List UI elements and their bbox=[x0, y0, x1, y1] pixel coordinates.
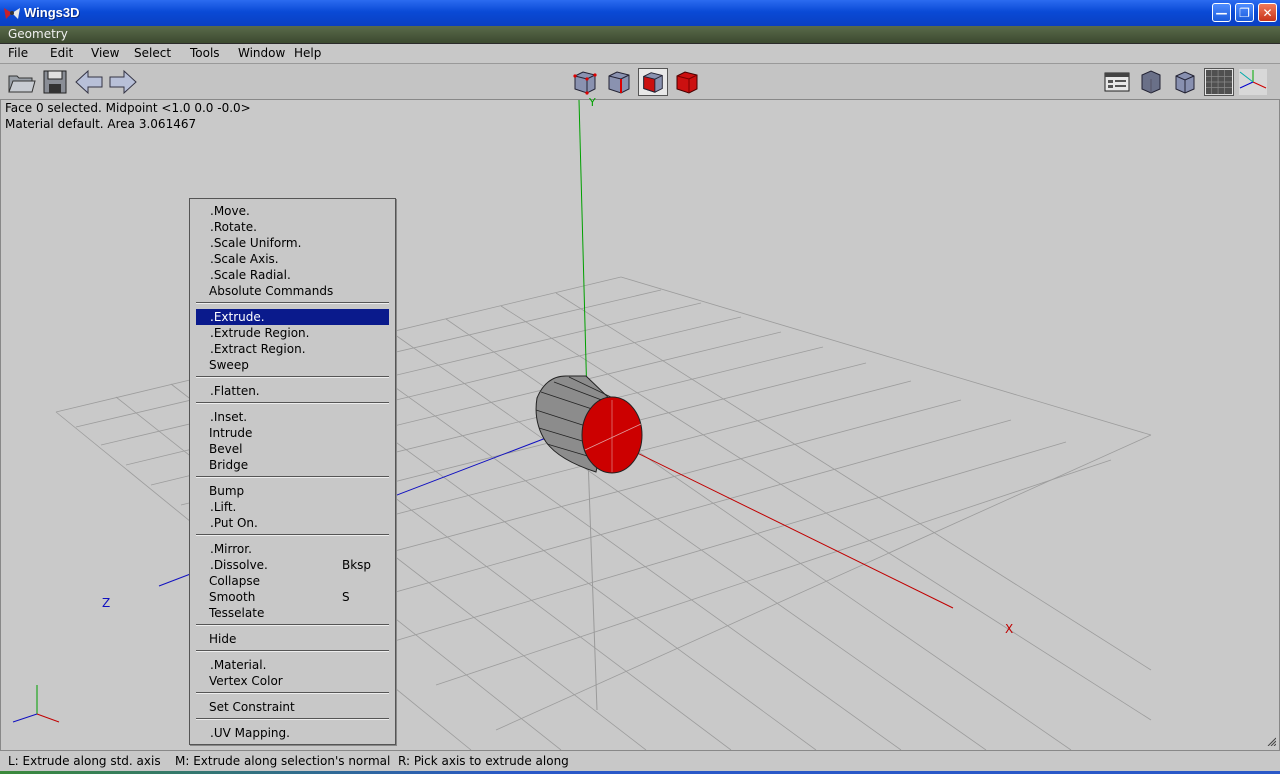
menu-view[interactable]: View bbox=[91, 46, 119, 60]
edge-select-icon[interactable] bbox=[604, 68, 634, 96]
window-title: Wings3D bbox=[24, 5, 80, 20]
folder-icon[interactable] bbox=[6, 68, 36, 96]
menu-separator bbox=[196, 692, 389, 694]
menu-tools[interactable]: Tools bbox=[190, 46, 220, 60]
menu-item-collapse[interactable]: Collapse bbox=[196, 573, 389, 589]
menu-separator bbox=[196, 624, 389, 626]
minimize-icon: — bbox=[1215, 5, 1228, 20]
axes-toggle-icon[interactable] bbox=[1238, 68, 1268, 96]
menu-item-extrude[interactable]: .Extrude. bbox=[196, 309, 389, 325]
menu-item-extract-region[interactable]: .Extract Region. bbox=[196, 341, 389, 357]
vertex-select-icon[interactable] bbox=[570, 68, 600, 96]
menu-select[interactable]: Select bbox=[134, 46, 171, 60]
restore-icon: ❐ bbox=[1239, 5, 1250, 20]
status-bar: L: Extrude along std. axis M: Extrude al… bbox=[0, 750, 1280, 774]
menu-item-set-constraint[interactable]: Set Constraint bbox=[196, 699, 389, 715]
menu-item-intrude[interactable]: Intrude bbox=[196, 425, 389, 441]
resize-grip-icon[interactable] bbox=[1266, 736, 1276, 746]
menu-bar: File Edit View Select Tools Window Help bbox=[0, 44, 1280, 64]
x-axis-label: X bbox=[1005, 622, 1014, 636]
menu-item-uv-mapping[interactable]: .UV Mapping. bbox=[196, 725, 389, 741]
restore-button[interactable]: ❐ bbox=[1235, 3, 1254, 22]
menu-item-smooth[interactable]: Smooth S bbox=[196, 589, 389, 605]
menu-item-put-on[interactable]: .Put On. bbox=[196, 515, 389, 531]
menu-separator bbox=[196, 302, 389, 304]
menu-item-absolute-commands[interactable]: Absolute Commands bbox=[196, 283, 389, 299]
toolbar bbox=[0, 64, 1280, 100]
title-bar: Wings3D — ❐ ✕ bbox=[0, 0, 1280, 26]
arrow-right-icon[interactable] bbox=[108, 68, 138, 96]
menu-item-bevel[interactable]: Bevel bbox=[196, 441, 389, 457]
dissolve-hotkey: Bksp bbox=[342, 558, 372, 572]
menu-edit[interactable]: Edit bbox=[50, 46, 73, 60]
geometry-caption-bar: Geometry bbox=[0, 26, 1280, 44]
menu-item-tesselate[interactable]: Tesselate bbox=[196, 605, 389, 621]
menu-item-inset[interactable]: .Inset. bbox=[196, 409, 389, 425]
menu-item-scale-radial[interactable]: .Scale Radial. bbox=[196, 267, 389, 283]
menu-item-extrude-region[interactable]: .Extrude Region. bbox=[196, 325, 389, 341]
menu-item-material[interactable]: .Material. bbox=[196, 657, 389, 673]
menu-item-scale-axis[interactable]: .Scale Axis. bbox=[196, 251, 389, 267]
status-middle-button-hint: M: Extrude along selection's normal bbox=[175, 754, 391, 768]
selection-info: Face 0 selected. Midpoint <1.0 0.0 -0.0> bbox=[5, 101, 251, 115]
save-disk-icon[interactable] bbox=[40, 68, 70, 96]
status-right-button-hint: R: Pick axis to extrude along bbox=[398, 754, 569, 768]
menu-window[interactable]: Window bbox=[238, 46, 285, 60]
menu-item-bump[interactable]: Bump bbox=[196, 483, 389, 499]
menu-item-flatten[interactable]: .Flatten. bbox=[196, 383, 389, 399]
menu-separator bbox=[196, 402, 389, 404]
x-axis-line bbox=[620, 444, 954, 609]
menu-help[interactable]: Help bbox=[294, 46, 321, 60]
menu-separator bbox=[196, 650, 389, 652]
cylinder-object[interactable] bbox=[535, 375, 643, 474]
ground-grid-icon[interactable] bbox=[1204, 68, 1234, 96]
minimize-button[interactable]: — bbox=[1212, 3, 1231, 22]
smooth-shading-icon[interactable] bbox=[1136, 68, 1166, 96]
menu-item-scale-uniform[interactable]: .Scale Uniform. bbox=[196, 235, 389, 251]
outliner-icon[interactable] bbox=[1102, 68, 1132, 96]
close-icon: ✕ bbox=[1262, 5, 1273, 20]
menu-item-sweep[interactable]: Sweep bbox=[196, 357, 389, 373]
wings-app-icon bbox=[4, 8, 20, 19]
menu-separator bbox=[196, 476, 389, 478]
menu-file[interactable]: File bbox=[8, 46, 28, 60]
y-axis-label: Y bbox=[589, 96, 596, 109]
geometry-caption: Geometry bbox=[8, 27, 68, 41]
z-axis-label: Z bbox=[102, 596, 111, 610]
menu-item-lift[interactable]: .Lift. bbox=[196, 499, 389, 515]
menu-item-mirror[interactable]: .Mirror. bbox=[196, 541, 389, 557]
menu-item-hide[interactable]: Hide bbox=[196, 631, 389, 647]
menu-item-bridge[interactable]: Bridge bbox=[196, 457, 389, 473]
perspective-cube-icon[interactable] bbox=[1170, 68, 1200, 96]
menu-item-move[interactable]: .Move. bbox=[196, 203, 389, 219]
menu-item-vertex-color[interactable]: Vertex Color bbox=[196, 673, 389, 689]
axis-gizmo bbox=[12, 685, 60, 723]
smooth-hotkey: S bbox=[342, 590, 350, 604]
arrow-left-icon[interactable] bbox=[74, 68, 104, 96]
close-button[interactable]: ✕ bbox=[1258, 3, 1277, 22]
material-info: Material default. Area 3.061467 bbox=[5, 117, 197, 131]
status-left-button-hint: L: Extrude along std. axis bbox=[8, 754, 161, 768]
menu-item-dissolve[interactable]: .Dissolve. Bksp bbox=[196, 557, 389, 573]
face-select-icon[interactable] bbox=[638, 68, 668, 96]
menu-separator bbox=[196, 376, 389, 378]
menu-item-rotate[interactable]: .Rotate. bbox=[196, 219, 389, 235]
body-select-icon[interactable] bbox=[672, 68, 702, 96]
menu-separator bbox=[196, 534, 389, 536]
face-context-menu: .Move. .Rotate. .Scale Uniform. .Scale A… bbox=[189, 198, 396, 745]
menu-separator bbox=[196, 718, 389, 720]
